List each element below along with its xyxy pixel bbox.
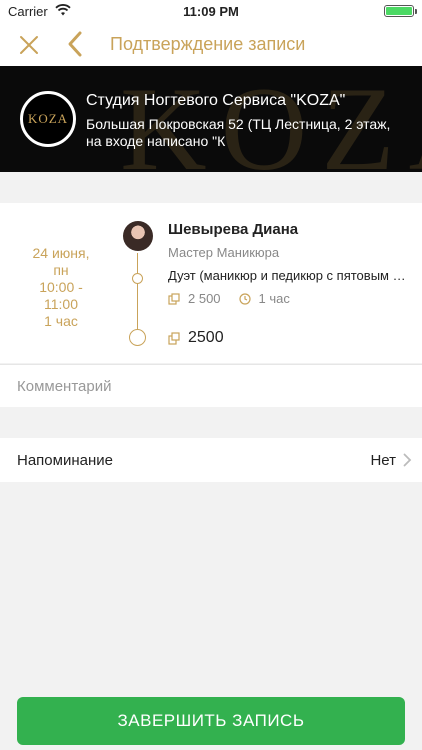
timeline-dot bbox=[132, 273, 143, 284]
service-duration: 1 час bbox=[258, 291, 290, 306]
booking-card: 24 июня, пн 10:00 - 11:00 1 час Шевырева… bbox=[0, 203, 422, 363]
reminder-row[interactable]: Напоминание Нет bbox=[0, 438, 422, 482]
chevron-right-icon bbox=[403, 453, 412, 467]
booking-datetime: 24 июня, пн 10:00 - 11:00 1 час bbox=[0, 245, 122, 330]
master-avatar bbox=[123, 221, 153, 251]
clock: 11:09 PM bbox=[183, 4, 239, 19]
service-details: 2 500 1 час bbox=[168, 291, 290, 306]
service-name: Дуэт (маникюр и педикюр с пятовым покрыт… bbox=[168, 268, 410, 283]
page-title: Подтверждение записи bbox=[110, 34, 306, 54]
booking-time-end: 11:00 bbox=[44, 296, 78, 312]
status-bar: Carrier 11:09 PM bbox=[0, 0, 422, 22]
price-icon bbox=[168, 292, 180, 305]
master-role: Мастер Маникюра bbox=[168, 245, 280, 260]
timeline-line bbox=[137, 253, 138, 335]
close-icon[interactable] bbox=[16, 32, 42, 58]
reminder-value: Нет bbox=[370, 452, 396, 469]
booking-weekday: пн bbox=[53, 262, 69, 278]
salon-logo: KOZA bbox=[20, 91, 76, 147]
salon-name: Студия Ногтевого Сервиса "KOZA" bbox=[86, 92, 346, 109]
chevron-left-icon[interactable] bbox=[64, 30, 86, 58]
booking-time-start: 10:00 - bbox=[39, 279, 83, 295]
total-price: 2500 bbox=[168, 329, 224, 347]
clock-icon bbox=[238, 292, 251, 305]
reminder-label: Напоминание bbox=[17, 452, 113, 469]
finish-booking-button[interactable]: ЗАВЕРШИТЬ ЗАПИСЬ bbox=[17, 697, 405, 745]
total-value: 2500 bbox=[188, 329, 224, 346]
battery-icon bbox=[384, 5, 417, 17]
service-price: 2 500 bbox=[188, 291, 221, 306]
comment-input[interactable] bbox=[0, 365, 422, 408]
booking-duration: 1 час bbox=[44, 313, 78, 329]
nav-bar: Подтверждение записи bbox=[0, 22, 422, 66]
comment-row bbox=[0, 364, 422, 408]
price-icon bbox=[168, 331, 180, 345]
timeline-dot-total bbox=[129, 329, 146, 346]
master-name: Шевырева Диана bbox=[168, 221, 299, 238]
booking-date: 24 июня, bbox=[32, 245, 90, 261]
salon-address: Большая Покровская 52 (ТЦ Лестница, 2 эт… bbox=[86, 116, 391, 149]
salon-header: KOZA KOZA Студия Ногтевого Сервиса "KOZA… bbox=[0, 66, 422, 172]
